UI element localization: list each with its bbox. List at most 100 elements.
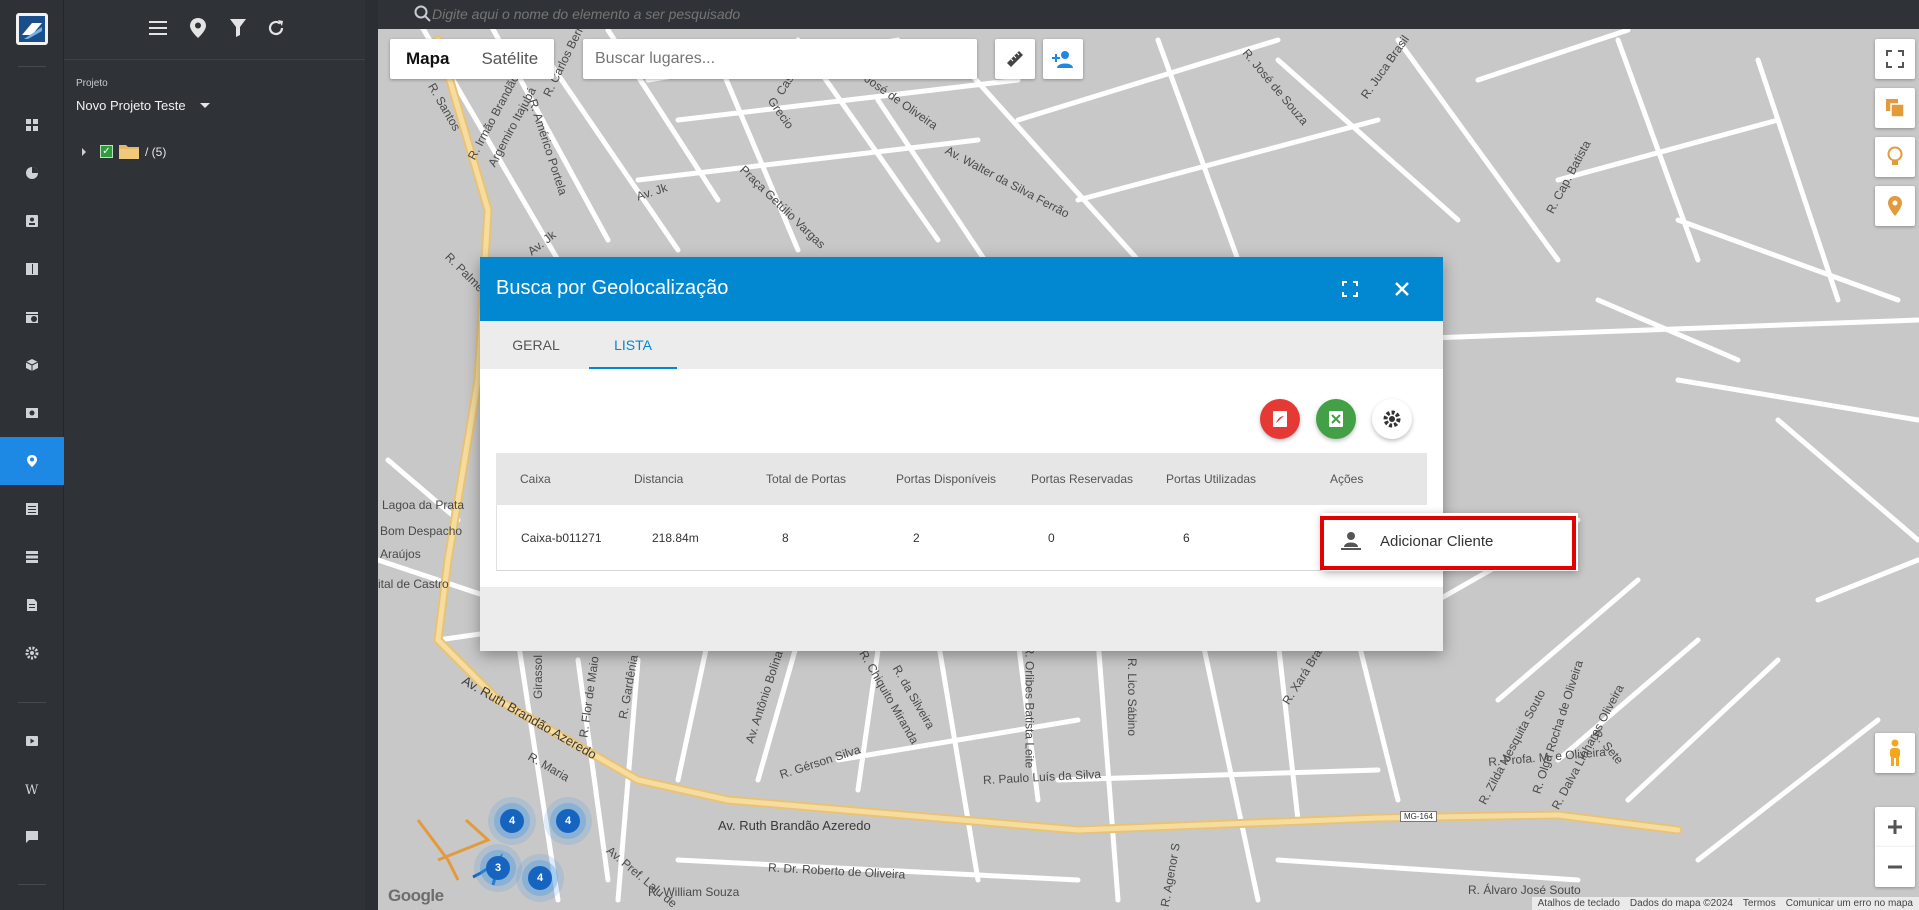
- street-view-pegman[interactable]: [1875, 733, 1915, 773]
- rail-charts[interactable]: [0, 149, 64, 197]
- rail-book[interactable]: [0, 245, 64, 293]
- app-logo[interactable]: [16, 13, 48, 45]
- header-acoes: Ações: [1330, 472, 1364, 486]
- header-caixa[interactable]: Caixa: [520, 453, 551, 505]
- map-cluster-marker[interactable]: 4: [528, 866, 552, 890]
- report-error-link[interactable]: Comunicar um erro no mapa: [1786, 898, 1913, 909]
- project-panel: Projeto Novo Projeto Teste ✓ / (5) «: [64, 0, 438, 910]
- wiki-icon: W: [25, 783, 39, 796]
- map-type-satellite[interactable]: Satélite: [465, 39, 554, 79]
- calendar-clock-icon: [26, 312, 38, 323]
- lightbulb-button[interactable]: [1875, 137, 1915, 177]
- zoom-out-button[interactable]: [1875, 847, 1915, 887]
- person-add-icon: [1052, 51, 1073, 68]
- location-pin-icon[interactable]: [186, 16, 210, 40]
- panel-toolbar: [64, 0, 365, 60]
- ruler-icon: [1007, 51, 1023, 67]
- refresh-icon[interactable]: [264, 16, 288, 40]
- element-search-input[interactable]: [432, 3, 1032, 25]
- element-search-bar: [378, 0, 1919, 29]
- rail-settings[interactable]: [0, 629, 64, 677]
- project-select-value: Novo Projeto Teste: [76, 98, 186, 113]
- list-icon: [26, 503, 38, 515]
- rail-divider: [18, 66, 46, 67]
- rail-servers[interactable]: [0, 533, 64, 581]
- place-label: Bom Despacho: [380, 524, 463, 538]
- street-label: R. Lico Sábino: [1125, 657, 1140, 737]
- map-type-toggle: Mapa Satélite: [390, 39, 555, 79]
- rail-wiki[interactable]: W: [0, 765, 64, 813]
- map-cluster-marker[interactable]: 4: [556, 809, 580, 833]
- rail-document[interactable]: [0, 581, 64, 629]
- layers-button[interactable]: [1875, 88, 1915, 128]
- cell-distancia: 218.84m: [652, 531, 699, 545]
- rail-chat[interactable]: [0, 813, 64, 861]
- header-portas-reservadas[interactable]: Portas Reservadas: [1031, 453, 1133, 505]
- header-portas-utilizadas[interactable]: Portas Utilizadas: [1166, 453, 1256, 505]
- rail-list[interactable]: [0, 485, 64, 533]
- person-pin-icon: [27, 455, 37, 467]
- contact-card-icon: [26, 215, 38, 227]
- grid-icon: [26, 119, 38, 131]
- map-type-map[interactable]: Mapa: [390, 39, 465, 79]
- menu-icon[interactable]: [146, 16, 170, 40]
- chat-icon: [26, 831, 38, 843]
- map-attribution: Atalhos de teclado Dados do mapa ©2024 T…: [1531, 897, 1919, 910]
- table-row[interactable]: Caixa-b011271 218.84m 8 2 0 6: [496, 505, 1427, 571]
- rail-finance[interactable]: [0, 389, 64, 437]
- add-person-button[interactable]: [1043, 39, 1083, 79]
- minus-icon: [1888, 865, 1902, 869]
- map-marker-icon: [1888, 196, 1902, 216]
- map-cluster-marker[interactable]: 3: [486, 856, 510, 880]
- dialog-body: Caixa Distancia Total de Portas Portas D…: [480, 369, 1443, 587]
- search-icon: [414, 5, 431, 22]
- place-label: Lagoa da Prata: [382, 498, 465, 512]
- chevron-down-icon: [199, 103, 210, 108]
- map-cluster-marker[interactable]: 4: [500, 809, 524, 833]
- rail-dashboard[interactable]: [0, 101, 64, 149]
- rail-box[interactable]: [0, 341, 64, 389]
- tab-lista[interactable]: LISTA: [589, 321, 677, 369]
- highlight-box: [1320, 516, 1576, 570]
- server-icon: [26, 551, 38, 563]
- places-search-input[interactable]: [583, 39, 977, 79]
- close-button[interactable]: [1390, 277, 1414, 301]
- expand-arrow-icon[interactable]: [82, 147, 86, 156]
- cell-total-portas: 8: [782, 531, 789, 545]
- export-pdf-button[interactable]: [1260, 399, 1300, 439]
- cash-icon: [26, 408, 38, 418]
- rail-contacts[interactable]: [0, 197, 64, 245]
- project-tree-root[interactable]: ✓ / (5): [82, 144, 166, 159]
- fullscreen-button[interactable]: [1875, 39, 1915, 79]
- maximize-button[interactable]: [1338, 277, 1362, 301]
- rail-geolocation[interactable]: [0, 437, 64, 485]
- pegman-icon: [1890, 739, 1900, 766]
- keyboard-shortcuts-link[interactable]: Atalhos de teclado: [1538, 898, 1620, 909]
- tab-geral[interactable]: GERAL: [480, 321, 592, 369]
- export-excel-button[interactable]: [1316, 399, 1356, 439]
- project-select[interactable]: Novo Projeto Teste: [76, 98, 210, 113]
- lightbulb-icon: [1887, 146, 1903, 165]
- layers-icon: [1886, 99, 1905, 118]
- ruler-button[interactable]: [995, 39, 1035, 79]
- cell-portas-utilizadas: 6: [1183, 531, 1190, 545]
- document-icon: [27, 599, 37, 611]
- header-distancia[interactable]: Distancia: [634, 453, 683, 505]
- book-icon: [26, 263, 38, 275]
- zoom-in-button[interactable]: [1875, 807, 1915, 847]
- highway-badge: MG-164: [1400, 811, 1437, 822]
- tree-checkbox[interactable]: ✓: [100, 145, 113, 158]
- rail-calendar[interactable]: [0, 293, 64, 341]
- header-portas-disponiveis[interactable]: Portas Disponíveis: [896, 453, 996, 505]
- geolocation-search-dialog: Busca por Geolocalização GERAL LISTA Cai…: [480, 257, 1443, 651]
- filter-icon[interactable]: [226, 16, 250, 40]
- header-total-portas[interactable]: Total de Portas: [766, 453, 846, 505]
- terms-link[interactable]: Termos: [1743, 898, 1776, 909]
- street-label: R. Orlibes Batista Leite: [1022, 645, 1037, 769]
- dialog-title: Busca por Geolocalização: [496, 277, 729, 299]
- rail-video[interactable]: [0, 717, 64, 765]
- highway-label: Av. Ruth Brandão Azeredo: [718, 818, 871, 833]
- location-button[interactable]: [1875, 186, 1915, 226]
- table-settings-button[interactable]: [1372, 399, 1412, 439]
- gear-icon: [25, 646, 39, 660]
